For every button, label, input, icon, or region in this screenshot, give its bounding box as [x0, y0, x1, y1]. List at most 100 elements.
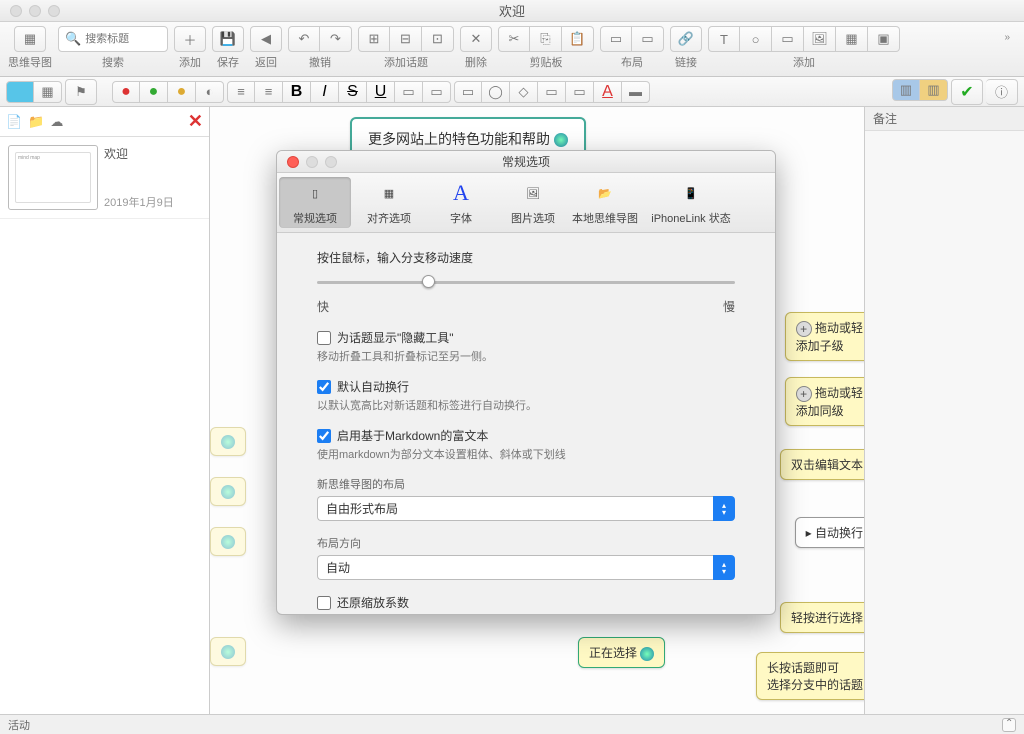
toolbar-overflow-icon[interactable]: »	[998, 26, 1016, 49]
italic-button[interactable]: I	[311, 81, 339, 103]
faint-node-2[interactable]	[210, 477, 246, 506]
layout-select[interactable]: 自由形式布局	[317, 496, 735, 521]
main-toolbar: ▦ 思维导图 🔍 搜索 ＋添加 💾保存 ◀返回 ↶↷撤销 ⊞⊟⊡添加话题 ✕删除…	[0, 22, 1024, 77]
strike-button[interactable]: S	[339, 81, 367, 103]
add2-b5[interactable]: ▦	[836, 26, 868, 52]
right-panel-header: 备注	[865, 107, 1024, 131]
link-button[interactable]: 🔗	[670, 26, 702, 52]
chk-markdown[interactable]: 启用基于Markdown的富文本	[317, 427, 735, 444]
chk-wrap-sub: 以默认宽高比对新话题和标签进行自动换行。	[317, 397, 735, 413]
copy-button[interactable]: ⎘	[530, 26, 562, 52]
color-picker[interactable]: ◐	[196, 81, 224, 103]
direction-select[interactable]: 自动	[317, 555, 735, 580]
tab-align-label: 对齐选项	[367, 210, 411, 226]
save-button[interactable]: 💾	[212, 26, 244, 52]
tab-image-label: 图片选项	[511, 210, 555, 226]
shape-4[interactable]: ▭	[538, 81, 566, 103]
tab-image[interactable]: 🖼图片选项	[497, 173, 569, 232]
shape-2[interactable]: ◯	[482, 81, 510, 103]
tb-add2-label: 添加	[793, 54, 815, 70]
bold-button[interactable]: B	[283, 81, 311, 103]
tab-iphone[interactable]: 📱iPhoneLink 状态	[641, 173, 741, 232]
color-red[interactable]: ●	[112, 81, 140, 103]
view-mode-1[interactable]	[6, 81, 34, 103]
flag-button[interactable]: ⚑	[65, 79, 97, 105]
add-button[interactable]: ＋	[174, 26, 206, 52]
layout-button-2[interactable]: ▭	[632, 26, 664, 52]
add2-b6[interactable]: ▣	[868, 26, 900, 52]
text-color[interactable]: A	[594, 81, 622, 103]
btn-x2[interactable]: ▭	[423, 81, 451, 103]
underline-button[interactable]: U	[367, 81, 395, 103]
layout-label: 新思维导图的布局	[317, 476, 735, 492]
tab-general[interactable]: ▯ 常规选项	[279, 177, 351, 228]
add2-b2[interactable]: ○	[740, 26, 772, 52]
tab-font[interactable]: A字体	[425, 173, 497, 232]
globe-icon	[221, 645, 235, 659]
tab-general-label: 常规选项	[293, 210, 337, 226]
paste-button[interactable]: 📋	[562, 26, 594, 52]
dialog-title: 常规选项	[277, 153, 775, 170]
tab-local[interactable]: 📂本地思维导图	[569, 173, 641, 232]
node-dbl-edit[interactable]: 双击编辑文本	[780, 449, 864, 480]
slider-slow-label: 慢	[723, 298, 735, 315]
shape-3[interactable]: ◇	[510, 81, 538, 103]
chk-md-label: 启用基于Markdown的富文本	[337, 427, 488, 444]
cut-button[interactable]: ✂	[498, 26, 530, 52]
add-topic-1[interactable]: ⊞	[358, 26, 390, 52]
speed-slider[interactable]	[317, 272, 735, 292]
add-topic-3[interactable]: ⊡	[422, 26, 454, 52]
info-button[interactable]: ⓘ	[986, 79, 1018, 105]
search-icon: 🔍	[65, 31, 81, 47]
tb-link-label: 链接	[675, 54, 697, 70]
tb-search: 🔍 搜索	[58, 26, 168, 70]
add2-b3[interactable]: ▭	[772, 26, 804, 52]
delete-button[interactable]: ✕	[460, 26, 492, 52]
chk-hide-tool[interactable]: 为话题显示"隐藏工具"	[317, 329, 735, 346]
align-left[interactable]: ≡	[227, 81, 255, 103]
chk-zoom[interactable]: 还原缩放系数	[317, 594, 735, 611]
search-input[interactable]	[85, 33, 161, 45]
color-yellow[interactable]: ●	[168, 81, 196, 103]
add-topic-2[interactable]: ⊟	[390, 26, 422, 52]
node-auto-wrap[interactable]: ▸ 自动换行	[795, 517, 864, 548]
faint-node-4[interactable]	[210, 637, 246, 666]
tab-align[interactable]: ▦对齐选项	[353, 173, 425, 232]
plus-icon: +	[796, 321, 812, 337]
node-tap-select[interactable]: 轻按进行选择	[780, 602, 864, 633]
faint-node-1[interactable]	[210, 427, 246, 456]
add2-b4[interactable]: 🖼	[804, 26, 836, 52]
cloud-icon[interactable]: ☁	[50, 114, 63, 130]
btn-x1[interactable]: ▭	[395, 81, 423, 103]
doc-icon[interactable]: 📄	[6, 114, 22, 130]
layout-button-1[interactable]: ▭	[600, 26, 632, 52]
undo-button[interactable]: ↶	[288, 26, 320, 52]
faint-node-3[interactable]	[210, 527, 246, 556]
globe-icon	[640, 647, 654, 661]
thumbnail-item[interactable]: mind map 欢迎 2019年1月9日	[0, 137, 209, 219]
add2-text[interactable]: T	[708, 26, 740, 52]
shape-1[interactable]: ▭	[454, 81, 482, 103]
search-field[interactable]: 🔍	[58, 26, 168, 52]
redo-button[interactable]: ↷	[320, 26, 352, 52]
node-long-press[interactable]: 长按话题即可 选择分支中的话题	[756, 652, 864, 700]
tab-iphone-label: iPhoneLink 状态	[651, 210, 731, 226]
panel-toggle-2[interactable]: ▥	[920, 79, 948, 101]
mindmap-button[interactable]: ▦	[14, 26, 46, 52]
node-drag-child[interactable]: + 拖动或轻 添加子级	[785, 312, 864, 361]
check-button[interactable]: ✔	[951, 79, 983, 105]
chk-wrap[interactable]: 默认自动换行	[317, 378, 735, 395]
selecting-node[interactable]: 正在选择	[578, 637, 665, 668]
folder-icon[interactable]: 📁	[28, 114, 44, 130]
color-green[interactable]: ●	[140, 81, 168, 103]
general-icon: ▯	[301, 179, 329, 207]
panel-toggle-1[interactable]: ▥	[892, 79, 920, 101]
close-icon[interactable]: ✕	[188, 111, 203, 132]
align-center[interactable]: ≡	[255, 81, 283, 103]
back-button[interactable]: ◀	[250, 26, 282, 52]
disclosure-button[interactable]	[1002, 718, 1016, 732]
view-mode-2[interactable]: ▦	[34, 81, 62, 103]
fill-color[interactable]: ▬	[622, 81, 650, 103]
node-drag-sibling[interactable]: + 拖动或轻 添加同级	[785, 377, 864, 426]
shape-5[interactable]: ▭	[566, 81, 594, 103]
